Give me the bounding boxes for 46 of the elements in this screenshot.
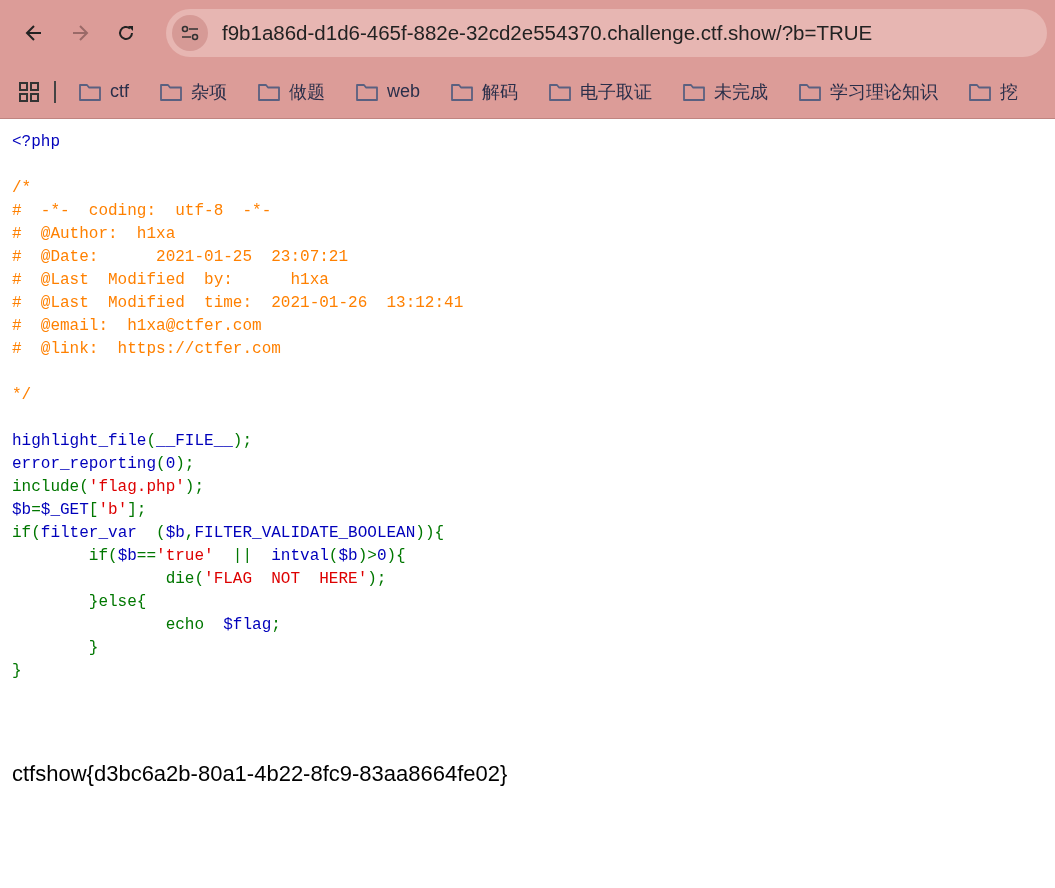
url-text: f9b1a86d-d1d6-465f-882e-32cd2e554370.challenge.ctf.show/?b=TRUE xyxy=(222,20,873,45)
code-line: # @Author: h1xa xyxy=(12,224,176,245)
folder-icon xyxy=(78,81,102,102)
bookmark-folder[interactable]: ctf xyxy=(70,81,137,102)
code-line: # @Last Modified time: 2021-01-26 13:12:41 xyxy=(12,293,464,314)
bookmark-folder[interactable]: 未完成 xyxy=(674,79,777,104)
folder-icon xyxy=(798,81,823,102)
folder-icon xyxy=(257,81,281,102)
code-line: die('FLAG NOT HERE'); xyxy=(164,569,387,590)
code-line: include('flag.php'); xyxy=(12,477,205,498)
bookmark-folder[interactable]: 杂项 xyxy=(151,79,235,104)
code-line: <?php xyxy=(12,132,60,153)
bookmark-folder[interactable]: 挖 xyxy=(960,79,1027,104)
code-line: # @email: h1xa@ctfer.com xyxy=(12,316,262,337)
address-bar[interactable]: f9b1a86d-d1d6-465f-882e-32cd2e554370.challenge.ctf.show/?b=TRUE xyxy=(166,8,1047,57)
bookmark-folder[interactable]: 做题 xyxy=(249,79,333,104)
code-line: $b=$_GET['b']; xyxy=(12,500,147,521)
code-line: # -*- coding: utf-8 -*- xyxy=(12,201,272,222)
folder-icon xyxy=(682,81,707,102)
code-line: /* xyxy=(12,178,32,199)
bookmark-folder[interactable]: 解码 xyxy=(442,79,527,104)
folder-icon xyxy=(548,81,573,102)
back-arrow-icon xyxy=(24,22,44,43)
folder-icon xyxy=(450,81,475,102)
folder-icon xyxy=(968,81,993,102)
flag-output: ctfshow{d3bc6a2b-80a1-4b22-8fc9-83aa8664fe02} xyxy=(12,761,508,787)
bookmark-folder[interactable]: web xyxy=(347,81,429,102)
code-line: } xyxy=(12,661,22,682)
bookmark-folder[interactable]: 学习理论知识 xyxy=(790,79,947,104)
folder-icon xyxy=(355,81,379,102)
site-settings-icon[interactable] xyxy=(172,14,208,51)
code-line: echo $flag; xyxy=(164,615,281,636)
folder-icon xyxy=(159,81,183,102)
code-line: */ xyxy=(12,385,32,406)
forward-arrow-icon xyxy=(70,22,90,43)
code-line: error_reporting(0); xyxy=(12,454,195,475)
code-line: highlight_file(__FILE__); xyxy=(12,431,253,452)
bookmark-folder[interactable]: 电子取证 xyxy=(540,79,661,104)
code-line: if(filter_var ($b,FILTER_VALIDATE_BOOLEAN)){ xyxy=(12,523,445,544)
apps-grid-icon[interactable] xyxy=(18,80,40,103)
code-line: }else{ xyxy=(87,592,147,613)
code-line: # @Date: 2021-01-25 23:07:21 xyxy=(12,247,349,268)
code-line: } xyxy=(87,638,99,659)
code-line: # @link: https://ctfer.com xyxy=(12,339,281,360)
code-line: if($b=='true' || intval($b)>0){ xyxy=(87,546,406,567)
code-line: # @Last Modified by: h1xa xyxy=(12,270,329,291)
